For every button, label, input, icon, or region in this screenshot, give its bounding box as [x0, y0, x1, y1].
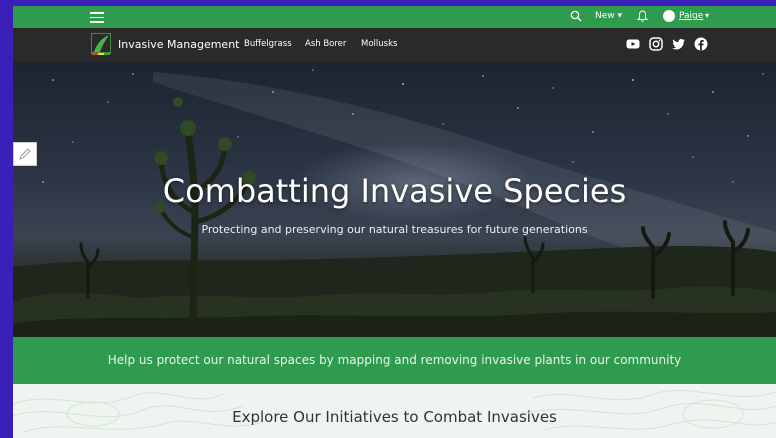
section-title: Explore Our Initiatives to Combat Invasi… [232, 408, 557, 426]
site-header: Invasive Management Buffelgrass Ash Bore… [13, 28, 776, 62]
edit-button[interactable] [13, 142, 37, 166]
bell-icon[interactable] [637, 10, 648, 22]
new-menu-button[interactable]: New ▾ [595, 11, 622, 21]
site-title[interactable]: Invasive Management [118, 38, 240, 51]
hero-banner: Combatting Invasive Species Protecting a… [13, 62, 776, 343]
instagram-icon[interactable] [649, 37, 663, 51]
hero-subtitle: Protecting and preserving our natural tr… [201, 223, 588, 236]
browser-frame: New ▾ Paige ▾ Invasive Management Buffel… [13, 6, 776, 438]
top-toolbar: New ▾ Paige ▾ [13, 6, 776, 28]
explore-section: Explore Our Initiatives to Combat Invasi… [13, 384, 776, 438]
pencil-icon [19, 148, 31, 160]
user-caret-icon[interactable]: ▾ [705, 11, 709, 20]
facebook-icon[interactable] [694, 37, 708, 51]
avatar[interactable] [663, 10, 675, 22]
menu-icon[interactable] [90, 10, 104, 24]
site-logo[interactable] [91, 33, 111, 55]
user-menu-button[interactable]: Paige [679, 11, 703, 21]
search-icon[interactable] [570, 10, 582, 22]
twitter-icon[interactable] [672, 37, 686, 51]
youtube-icon[interactable] [626, 37, 640, 51]
nav-link-ash-borer[interactable]: Ash Borer [305, 39, 346, 49]
nav-link-mollusks[interactable]: Mollusks [361, 39, 397, 49]
nav-link-buffelgrass[interactable]: Buffelgrass [244, 39, 292, 49]
hero-title: Combatting Invasive Species [162, 172, 627, 210]
call-to-action-banner: Help us protect our natural spaces by ma… [13, 337, 776, 384]
